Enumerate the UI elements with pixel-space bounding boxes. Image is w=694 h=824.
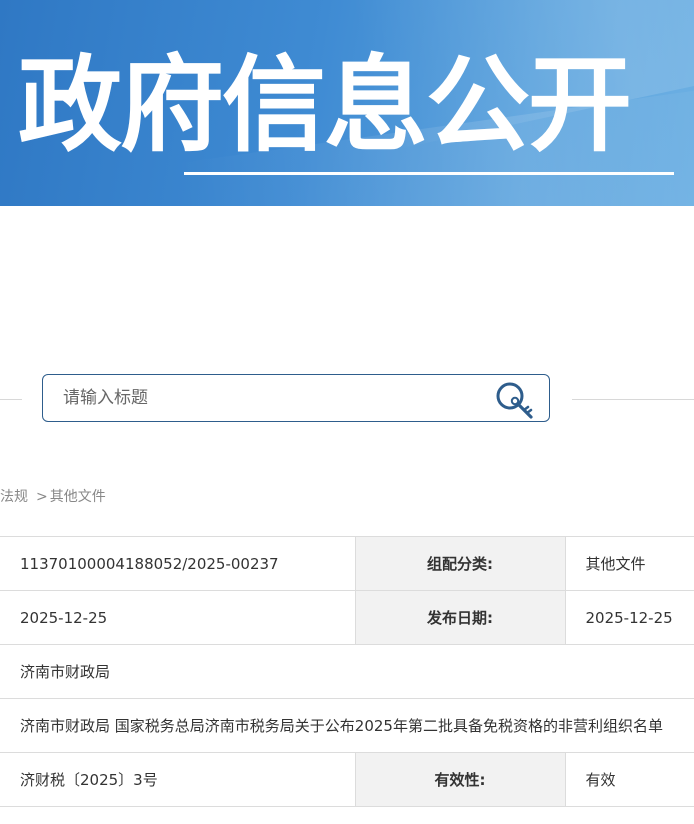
- search-divider-left: [0, 399, 22, 400]
- breadcrumb: 法规 > 其他文件: [0, 486, 106, 506]
- publish-date-value: 2025-12-25: [564, 590, 694, 645]
- table-row: 济财税〔2025〕3号 有效性: 有效: [0, 752, 694, 807]
- index-number-value: 11370100004188052/2025-00237: [0, 536, 356, 591]
- breadcrumb-separator: >: [36, 489, 48, 505]
- search-key-icon: [496, 382, 533, 419]
- search-input[interactable]: [55, 375, 491, 421]
- breadcrumb-item-regulations[interactable]: 法规: [0, 489, 28, 505]
- date-value: 2025-12-25: [0, 590, 356, 645]
- validity-label: 有效性:: [354, 752, 566, 807]
- table-row: 2025-12-25 发布日期: 2025-12-25: [0, 590, 694, 645]
- document-number-value: 济财税〔2025〕3号: [0, 752, 356, 807]
- banner-title: 政府信息公开: [18, 44, 632, 166]
- banner-underline: [184, 172, 674, 175]
- publish-date-label: 发布日期:: [354, 590, 566, 645]
- breadcrumb-item-other-files[interactable]: 其他文件: [50, 489, 106, 505]
- document-info-table: 11370100004188052/2025-00237 组配分类: 其他文件 …: [0, 536, 694, 807]
- search-button[interactable]: [493, 377, 541, 421]
- table-row: 11370100004188052/2025-00237 组配分类: 其他文件: [0, 536, 694, 591]
- issuer-value: 济南市财政局: [0, 644, 694, 699]
- category-label: 组配分类:: [354, 536, 566, 591]
- search-divider-right: [572, 399, 694, 400]
- validity-value: 有效: [564, 752, 694, 807]
- document-title-value: 济南市财政局 国家税务总局济南市税务局关于公布2025年第二批具备免税资格的非营…: [0, 698, 694, 753]
- search-box: [42, 374, 550, 422]
- page-banner: 政府信息公开: [0, 0, 694, 206]
- table-row: 济南市财政局: [0, 644, 694, 699]
- category-value: 其他文件: [564, 536, 694, 591]
- table-row: 济南市财政局 国家税务总局济南市税务局关于公布2025年第二批具备免税资格的非营…: [0, 698, 694, 753]
